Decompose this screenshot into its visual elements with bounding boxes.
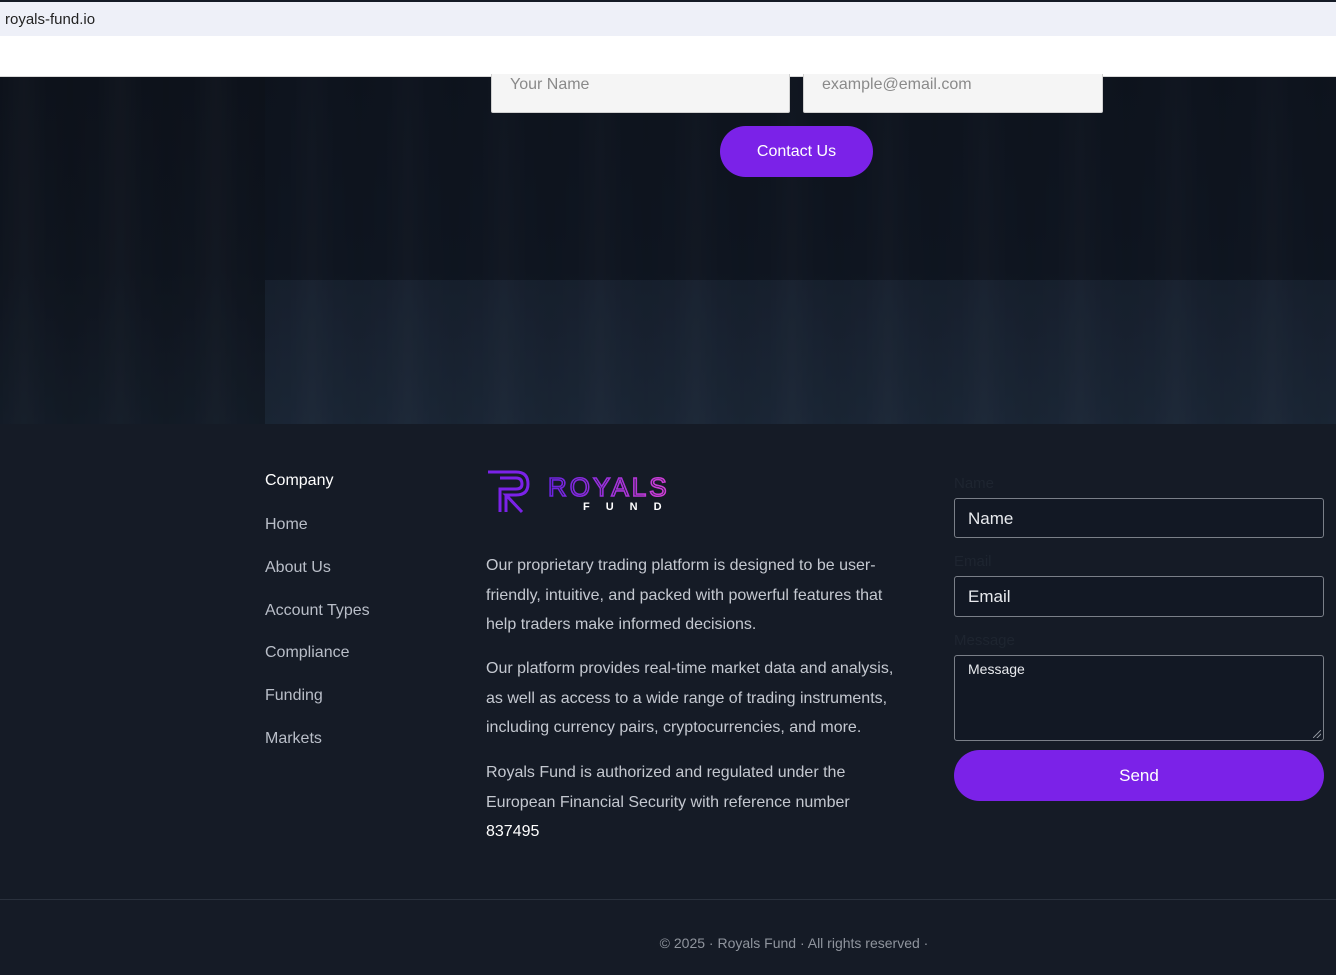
- hero-email-placeholder: example@email.com: [822, 76, 972, 93]
- footer-link-funding[interactable]: Funding: [265, 687, 323, 705]
- url-text: royals-fund.io: [5, 11, 96, 28]
- regulation-text: Royals Fund is authorized and regulated …: [486, 764, 850, 811]
- name-label: Name: [954, 475, 995, 492]
- regulation-paragraph: Royals Fund is authorized and regulated …: [486, 758, 906, 847]
- footer-link-home[interactable]: Home: [265, 516, 308, 534]
- reference-number: 837495: [486, 823, 540, 840]
- hero-contact-section: [0, 77, 1336, 424]
- page-header-strip: [0, 36, 1336, 77]
- copyright-text: © 2025 · Royals Fund · All rights reserv…: [659, 935, 929, 951]
- footer-email-placeholder: Email: [968, 587, 1011, 606]
- resize-handle-icon[interactable]: [1313, 730, 1321, 738]
- footer-divider: [0, 899, 1336, 900]
- message-label: Message: [954, 632, 1015, 649]
- hero-panel: [265, 77, 1336, 280]
- footer-email-field[interactable]: Email: [954, 576, 1324, 617]
- footer-link-markets[interactable]: Markets: [265, 730, 322, 748]
- footer-name-field[interactable]: Name: [954, 498, 1324, 538]
- hero-band: [265, 280, 1336, 424]
- send-button[interactable]: Send: [954, 750, 1324, 801]
- footer-message-field[interactable]: Message: [954, 655, 1324, 741]
- footer-link-compliance[interactable]: Compliance: [265, 644, 349, 662]
- footer-message-placeholder: Message: [968, 661, 1025, 677]
- hero-left-shade: [0, 77, 265, 424]
- footer-name-placeholder: Name: [968, 509, 1014, 528]
- footer-link-about-us[interactable]: About Us: [265, 559, 331, 577]
- hero-name-input[interactable]: Your Name: [491, 74, 790, 113]
- logo-wordmark: ROYALS: [548, 472, 670, 502]
- address-bar[interactable]: royals-fund.io: [0, 2, 1336, 36]
- logo-subtext: FUND: [583, 501, 678, 513]
- hero-email-input[interactable]: example@email.com: [803, 74, 1103, 113]
- email-label: Email: [954, 553, 992, 570]
- hero-name-placeholder: Your Name: [510, 76, 590, 93]
- logo-monogram: [488, 470, 530, 514]
- contact-us-button[interactable]: Contact Us: [720, 126, 873, 177]
- royals-fund-logo[interactable]: ROYALS FUND: [486, 468, 706, 516]
- footer-company-links: Company Home About Us Account Types Comp…: [265, 472, 370, 747]
- about-paragraph-2: Our platform provides real-time market d…: [486, 660, 894, 736]
- footer-link-account-types[interactable]: Account Types: [265, 602, 370, 620]
- company-heading: Company: [265, 472, 334, 489]
- about-paragraph-1: Our proprietary trading platform is desi…: [486, 557, 883, 633]
